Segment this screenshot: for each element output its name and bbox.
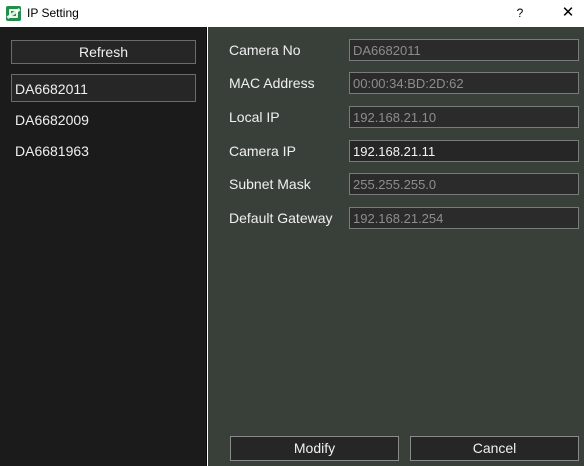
device-item-da6681963[interactable]: DA6681963: [11, 136, 196, 164]
help-button[interactable]: ?: [506, 2, 534, 24]
window-title: IP Setting: [27, 6, 79, 20]
ip-settings-form: Camera No MAC Address Local IP Camera IP…: [208, 27, 584, 466]
device-list: DA6682011 DA6682009 DA6681963: [11, 74, 196, 167]
default-gateway-label: Default Gateway: [229, 210, 333, 226]
camera-no-field[interactable]: [349, 39, 579, 61]
title-bar: IP Setting ? ✕: [0, 0, 584, 27]
cancel-button[interactable]: Cancel: [410, 436, 579, 461]
local-ip-field[interactable]: [349, 106, 579, 128]
modify-button[interactable]: Modify: [230, 436, 399, 461]
camera-no-row: Camera No: [208, 38, 584, 62]
device-panel: Refresh DA6682011 DA6682009 DA6681963: [0, 27, 207, 466]
local-ip-label: Local IP: [229, 109, 280, 125]
device-item-da6682009[interactable]: DA6682009: [11, 105, 196, 133]
close-button[interactable]: ✕: [554, 2, 582, 24]
camera-ip-row: Camera IP: [208, 139, 584, 163]
mac-address-row: MAC Address: [208, 71, 584, 95]
refresh-button[interactable]: Refresh: [11, 40, 196, 64]
camera-no-label: Camera No: [229, 42, 301, 58]
app-icon: [6, 6, 21, 21]
mac-address-field[interactable]: [349, 72, 579, 94]
subnet-mask-label: Subnet Mask: [229, 176, 311, 192]
camera-ip-label: Camera IP: [229, 143, 296, 159]
camera-ip-field[interactable]: [349, 140, 579, 162]
local-ip-row: Local IP: [208, 105, 584, 129]
default-gateway-field[interactable]: [349, 207, 579, 229]
default-gateway-row: Default Gateway: [208, 206, 584, 230]
subnet-mask-field[interactable]: [349, 173, 579, 195]
device-item-da6682011[interactable]: DA6682011: [11, 74, 196, 102]
subnet-mask-row: Subnet Mask: [208, 172, 584, 196]
mac-address-label: MAC Address: [229, 75, 315, 91]
